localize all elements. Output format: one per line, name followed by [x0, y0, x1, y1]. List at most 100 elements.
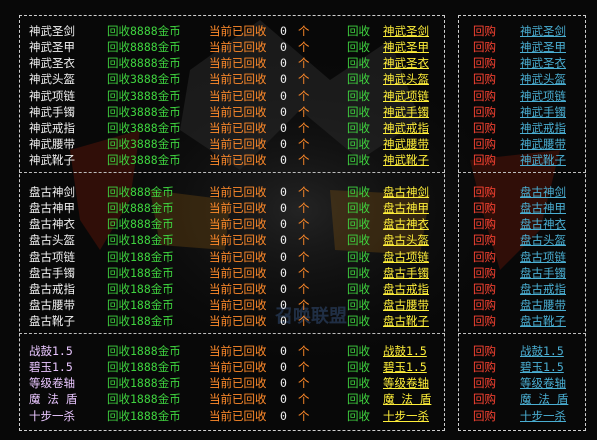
buyback-item-link[interactable]: 盘古项链	[520, 249, 566, 265]
buyback-item-link[interactable]: 十步一杀	[520, 408, 566, 424]
buyback-button[interactable]: 回购	[473, 152, 496, 168]
recycle-item-link[interactable]: 神武圣衣	[383, 55, 429, 71]
recycle-item-link[interactable]: 等级卷轴	[383, 375, 429, 391]
buyback-item-link[interactable]: 神武腰带	[520, 136, 566, 152]
recycle-item-link[interactable]: 神武靴子	[383, 152, 429, 168]
buyback-button[interactable]: 回购	[473, 200, 496, 216]
recycle-item-link[interactable]: 十步一杀	[383, 408, 429, 424]
recycle-button[interactable]: 回收	[347, 200, 370, 216]
buyback-item-link[interactable]: 等级卷轴	[520, 375, 566, 391]
recycle-item-link[interactable]: 盘古神甲	[383, 200, 429, 216]
buyback-button[interactable]: 回购	[473, 391, 496, 407]
count-unit: 个	[298, 40, 310, 55]
recycle-button[interactable]: 回收	[347, 375, 370, 391]
recycle-item-link[interactable]: 盘古头盔	[383, 232, 429, 248]
buyback-button[interactable]: 回购	[473, 249, 496, 265]
recycle-item-link[interactable]: 战鼓1.5	[383, 343, 427, 359]
buyback-item-link[interactable]: 神武圣甲	[520, 39, 566, 55]
recycle-price: 回收888金币	[107, 185, 174, 199]
recycle-button[interactable]: 回收	[347, 265, 370, 281]
recycle-item-link[interactable]: 魔 法 盾	[383, 391, 431, 407]
buyback-item-link[interactable]: 盘古靴子	[520, 313, 566, 329]
recycle-button[interactable]: 回收	[347, 216, 370, 232]
recycle-button[interactable]: 回收	[347, 88, 370, 104]
buyback-button[interactable]: 回购	[473, 104, 496, 120]
buyback-item-link[interactable]: 神武项链	[520, 88, 566, 104]
buyback-item-link[interactable]: 盘古头盔	[520, 232, 566, 248]
buyback-button[interactable]: 回购	[473, 23, 496, 39]
recycled-status-label: 当前已回收	[209, 24, 267, 38]
recycle-button[interactable]: 回收	[347, 343, 370, 359]
buyback-button[interactable]: 回购	[473, 71, 496, 87]
recycle-item-link[interactable]: 盘古项链	[383, 249, 429, 265]
buyback-item-link[interactable]: 盘古神剑	[520, 184, 566, 200]
buyback-button[interactable]: 回购	[473, 216, 496, 232]
recycle-item-link[interactable]: 盘古神衣	[383, 216, 429, 232]
recycle-item-link[interactable]: 神武头盔	[383, 71, 429, 87]
buyback-button[interactable]: 回购	[473, 343, 496, 359]
recycle-item-link[interactable]: 盘古手镯	[383, 265, 429, 281]
recycle-button[interactable]: 回收	[347, 136, 370, 152]
buyback-item-link[interactable]: 碧玉1.5	[520, 359, 564, 375]
buyback-item-link[interactable]: 盘古腰带	[520, 297, 566, 313]
buyback-button[interactable]: 回购	[473, 39, 496, 55]
recycle-item-link[interactable]: 神武圣剑	[383, 23, 429, 39]
buyback-button[interactable]: 回购	[473, 120, 496, 136]
buyback-button[interactable]: 回购	[473, 359, 496, 375]
recycle-button[interactable]: 回收	[347, 313, 370, 329]
recycle-button[interactable]: 回收	[347, 391, 370, 407]
buyback-button[interactable]: 回购	[473, 136, 496, 152]
recycle-item-link[interactable]: 神武戒指	[383, 120, 429, 136]
list-item: 盘古手镯 回收188金币 当前已回收 0 个回收 盘古手镯 回购 盘古手镯	[0, 265, 597, 281]
buyback-item-link[interactable]: 盘古手镯	[520, 265, 566, 281]
list-item: 盘古靴子 回收188金币 当前已回收 0 个回收 盘古靴子 回购 盘古靴子	[0, 313, 597, 329]
buyback-button[interactable]: 回购	[473, 375, 496, 391]
recycle-item-link[interactable]: 盘古腰带	[383, 297, 429, 313]
recycle-item-link[interactable]: 神武腰带	[383, 136, 429, 152]
buyback-item-link[interactable]: 神武靴子	[520, 152, 566, 168]
recycle-button[interactable]: 回收	[347, 249, 370, 265]
buyback-item-link[interactable]: 战鼓1.5	[520, 343, 564, 359]
buyback-item-link[interactable]: 魔 法 盾	[520, 391, 568, 407]
buyback-item-link[interactable]: 神武头盔	[520, 71, 566, 87]
buyback-item-link[interactable]: 神武戒指	[520, 120, 566, 136]
recycle-button[interactable]: 回收	[347, 359, 370, 375]
buyback-button[interactable]: 回购	[473, 184, 496, 200]
recycle-button[interactable]: 回收	[347, 71, 370, 87]
buyback-button[interactable]: 回购	[473, 313, 496, 329]
recycle-button[interactable]: 回收	[347, 120, 370, 136]
recycle-button[interactable]: 回收	[347, 104, 370, 120]
recycle-item-link[interactable]: 盘古戒指	[383, 281, 429, 297]
recycle-item-link[interactable]: 碧玉1.5	[383, 359, 427, 375]
recycle-price: 回收888金币	[107, 217, 174, 232]
buyback-item-link[interactable]: 盘古神甲	[520, 200, 566, 216]
recycle-price: 回收188金币	[107, 281, 174, 296]
recycle-button[interactable]: 回收	[347, 23, 370, 39]
buyback-button[interactable]: 回购	[473, 408, 496, 424]
recycle-button[interactable]: 回收	[347, 297, 370, 313]
buyback-item-link[interactable]: 神武圣衣	[520, 55, 566, 71]
recycle-button[interactable]: 回收	[347, 39, 370, 55]
buyback-button[interactable]: 回购	[473, 265, 496, 281]
count-unit: 个	[298, 24, 310, 38]
buyback-item-link[interactable]: 神武手镯	[520, 104, 566, 120]
buyback-button[interactable]: 回购	[473, 88, 496, 104]
recycle-button[interactable]: 回收	[347, 152, 370, 168]
recycle-item-link[interactable]: 神武圣甲	[383, 39, 429, 55]
buyback-item-link[interactable]: 盘古神衣	[520, 216, 566, 232]
recycle-button[interactable]: 回收	[347, 408, 370, 424]
buyback-button[interactable]: 回购	[473, 55, 496, 71]
buyback-item-link[interactable]: 神武圣剑	[520, 23, 566, 39]
recycle-item-link[interactable]: 盘古神剑	[383, 184, 429, 200]
buyback-button[interactable]: 回购	[473, 281, 496, 297]
recycle-button[interactable]: 回收	[347, 55, 370, 71]
buyback-item-link[interactable]: 盘古戒指	[520, 281, 566, 297]
recycle-item-link[interactable]: 盘古靴子	[383, 313, 429, 329]
recycle-button[interactable]: 回收	[347, 281, 370, 297]
buyback-button[interactable]: 回购	[473, 297, 496, 313]
buyback-button[interactable]: 回购	[473, 232, 496, 248]
recycle-button[interactable]: 回收	[347, 184, 370, 200]
recycle-button[interactable]: 回收	[347, 232, 370, 248]
recycle-item-link[interactable]: 神武项链	[383, 88, 429, 104]
recycle-item-link[interactable]: 神武手镯	[383, 104, 429, 120]
